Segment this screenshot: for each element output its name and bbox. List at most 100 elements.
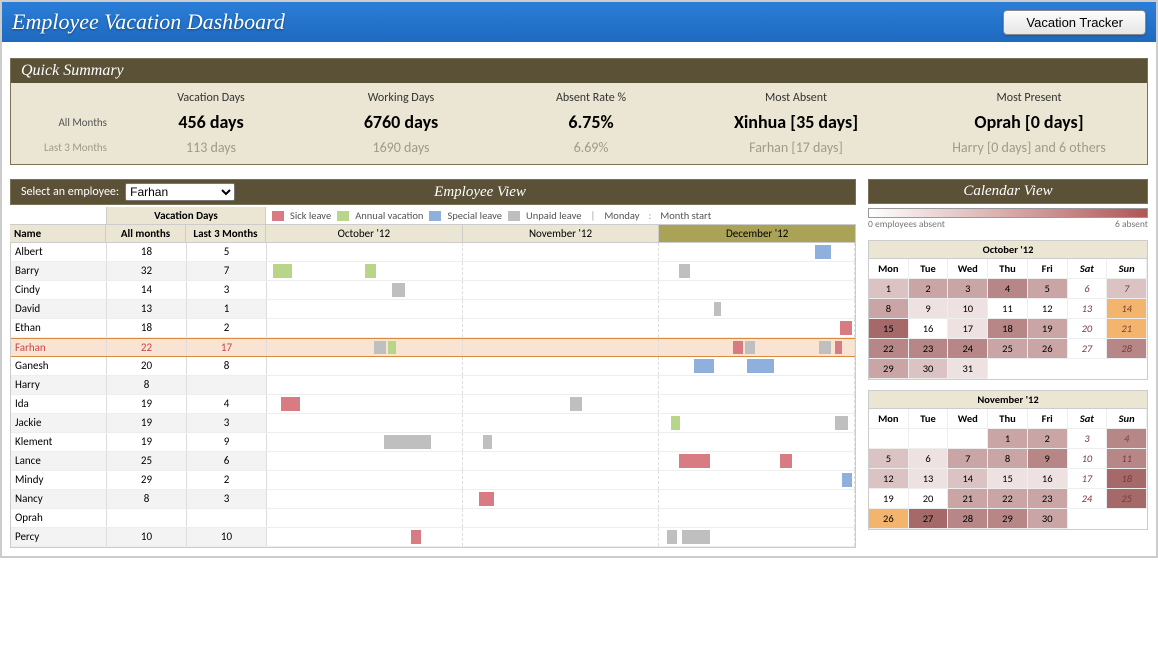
calendar-day[interactable]: 12	[869, 469, 909, 489]
calendar-day[interactable]: 10	[948, 299, 988, 319]
calendar-day[interactable]: 2	[1028, 429, 1068, 449]
calendar-day[interactable]: 4	[988, 279, 1028, 299]
calendar-day[interactable]: 30	[909, 359, 949, 379]
calendar-day[interactable]: 19	[869, 489, 909, 509]
employee-row[interactable]: Lance256	[11, 452, 855, 471]
calendar-day[interactable]: 7	[1107, 279, 1147, 299]
calendar-day[interactable]: 26	[1028, 339, 1068, 359]
calendar-day[interactable]: 25	[1107, 489, 1147, 509]
employee-row[interactable]: Ethan182	[11, 319, 855, 338]
calendar-day[interactable]: 28	[948, 509, 988, 529]
calendar-day[interactable]: 16	[909, 319, 949, 339]
employee-row[interactable]: Barry327	[11, 262, 855, 281]
employee-row[interactable]: Albert185	[11, 243, 855, 262]
calendar-day[interactable]: 5	[869, 449, 909, 469]
calendar-day[interactable]: 30	[1028, 509, 1068, 529]
employee-row[interactable]: Nancy83	[11, 490, 855, 509]
calendar-day[interactable]: 27	[1068, 339, 1108, 359]
calendar-day[interactable]: 13	[1068, 299, 1108, 319]
calendar-day[interactable]: 24	[1068, 489, 1108, 509]
calendar-day[interactable]: 4	[1107, 429, 1147, 449]
calendar-day[interactable]: 29	[988, 509, 1028, 529]
calendar-day[interactable]: 15	[988, 469, 1028, 489]
calendar-day[interactable]: 23	[1028, 489, 1068, 509]
legend: Sick leave Annual vacation Special leave…	[266, 207, 856, 224]
calendar-day[interactable]: 22	[988, 489, 1028, 509]
calendar-day[interactable]: 31	[948, 359, 988, 379]
employee-last3: 3	[187, 490, 267, 508]
calendar-day[interactable]: 9	[1028, 449, 1068, 469]
calendar-day[interactable]: 1	[988, 429, 1028, 449]
calendar-day[interactable]: 19	[1028, 319, 1068, 339]
calendar-day[interactable]: 7	[948, 449, 988, 469]
employee-name: Albert	[11, 243, 107, 261]
calendar-day[interactable]: 18	[1107, 469, 1147, 489]
calendar-day[interactable]: 11	[1107, 449, 1147, 469]
calendar-day[interactable]: 9	[909, 299, 949, 319]
employee-last3: 9	[187, 433, 267, 451]
calendar-day[interactable]: 3	[948, 279, 988, 299]
calendar-day[interactable]: 17	[948, 319, 988, 339]
calendar-day[interactable]: 28	[1107, 339, 1147, 359]
calendar-day[interactable]: 14	[1107, 299, 1147, 319]
vacation-tracker-button[interactable]: Vacation Tracker	[1003, 10, 1146, 35]
calendar-day[interactable]: 10	[1068, 449, 1108, 469]
employee-row[interactable]: David131	[11, 300, 855, 319]
calendar-day[interactable]: 8	[869, 299, 909, 319]
employee-row[interactable]: Percy1010	[11, 528, 855, 547]
employee-row[interactable]: Ida194	[11, 395, 855, 414]
calendar-day[interactable]: 15	[869, 319, 909, 339]
calendar-day[interactable]: 12	[1028, 299, 1068, 319]
employee-last3: 2	[187, 319, 267, 337]
dow-header: Sat	[1068, 409, 1108, 429]
employee-select[interactable]: Farhan	[125, 183, 235, 201]
calendar-day[interactable]: 2	[909, 279, 949, 299]
calendar-day[interactable]: 17	[1068, 469, 1108, 489]
calendar-day[interactable]: 27	[909, 509, 949, 529]
calendar-day[interactable]: 16	[1028, 469, 1068, 489]
employee-all-months: 29	[107, 471, 187, 489]
employee-all-months	[107, 509, 187, 527]
calendar-day[interactable]: 1	[869, 279, 909, 299]
calendar-title: November '12	[869, 391, 1147, 409]
calendar-day[interactable]: 21	[1107, 319, 1147, 339]
calendar-day[interactable]: 5	[1028, 279, 1068, 299]
mini-calendar: November '12MonTueWedThuFriSatSun1234567…	[868, 390, 1148, 530]
vacation-bar	[694, 359, 714, 373]
quick-summary-title: Quick Summary	[11, 59, 1147, 83]
employee-row[interactable]: Klement199	[11, 433, 855, 452]
calendar-day[interactable]: 25	[988, 339, 1028, 359]
employee-row[interactable]: Harry8	[11, 376, 855, 395]
summary-row-l3: Last 3 Months	[11, 141, 121, 154]
employee-row[interactable]: Jackie193	[11, 414, 855, 433]
employee-row[interactable]: Mindy292	[11, 471, 855, 490]
calendar-day[interactable]: 11	[988, 299, 1028, 319]
calendar-day[interactable]: 18	[988, 319, 1028, 339]
employee-row[interactable]: Ganesh208	[11, 357, 855, 376]
calendar-day[interactable]: 20	[1068, 319, 1108, 339]
calendar-day[interactable]: 3	[1068, 429, 1108, 449]
calendar-day[interactable]: 22	[869, 339, 909, 359]
calendar-day[interactable]: 21	[948, 489, 988, 509]
header-bar: Employee Vacation Dashboard Vacation Tra…	[2, 2, 1156, 42]
employee-row[interactable]: Oprah	[11, 509, 855, 528]
employee-last3: 7	[187, 262, 267, 280]
month-header: November '12	[463, 225, 660, 242]
calendar-day[interactable]: 26	[869, 509, 909, 529]
vacation-bar	[411, 530, 421, 544]
calendar-day[interactable]: 20	[909, 489, 949, 509]
calendar-day[interactable]: 6	[1068, 279, 1108, 299]
calendar-day[interactable]: 24	[948, 339, 988, 359]
calendar-day[interactable]: 23	[909, 339, 949, 359]
calendar-day[interactable]: 29	[869, 359, 909, 379]
calendar-day[interactable]: 8	[988, 449, 1028, 469]
calendar-day[interactable]: 14	[948, 469, 988, 489]
calendar-day[interactable]: 6	[909, 449, 949, 469]
employee-view-header: Select an employee: Farhan Employee View	[10, 179, 856, 205]
employee-row[interactable]: Cindy143	[11, 281, 855, 300]
calendar-view-title: Calendar View	[963, 183, 1052, 200]
employee-name: Barry	[11, 262, 107, 280]
calendar-day[interactable]: 13	[909, 469, 949, 489]
summary-value: 6760 days	[301, 111, 501, 133]
employee-row[interactable]: Farhan2217	[11, 338, 855, 357]
